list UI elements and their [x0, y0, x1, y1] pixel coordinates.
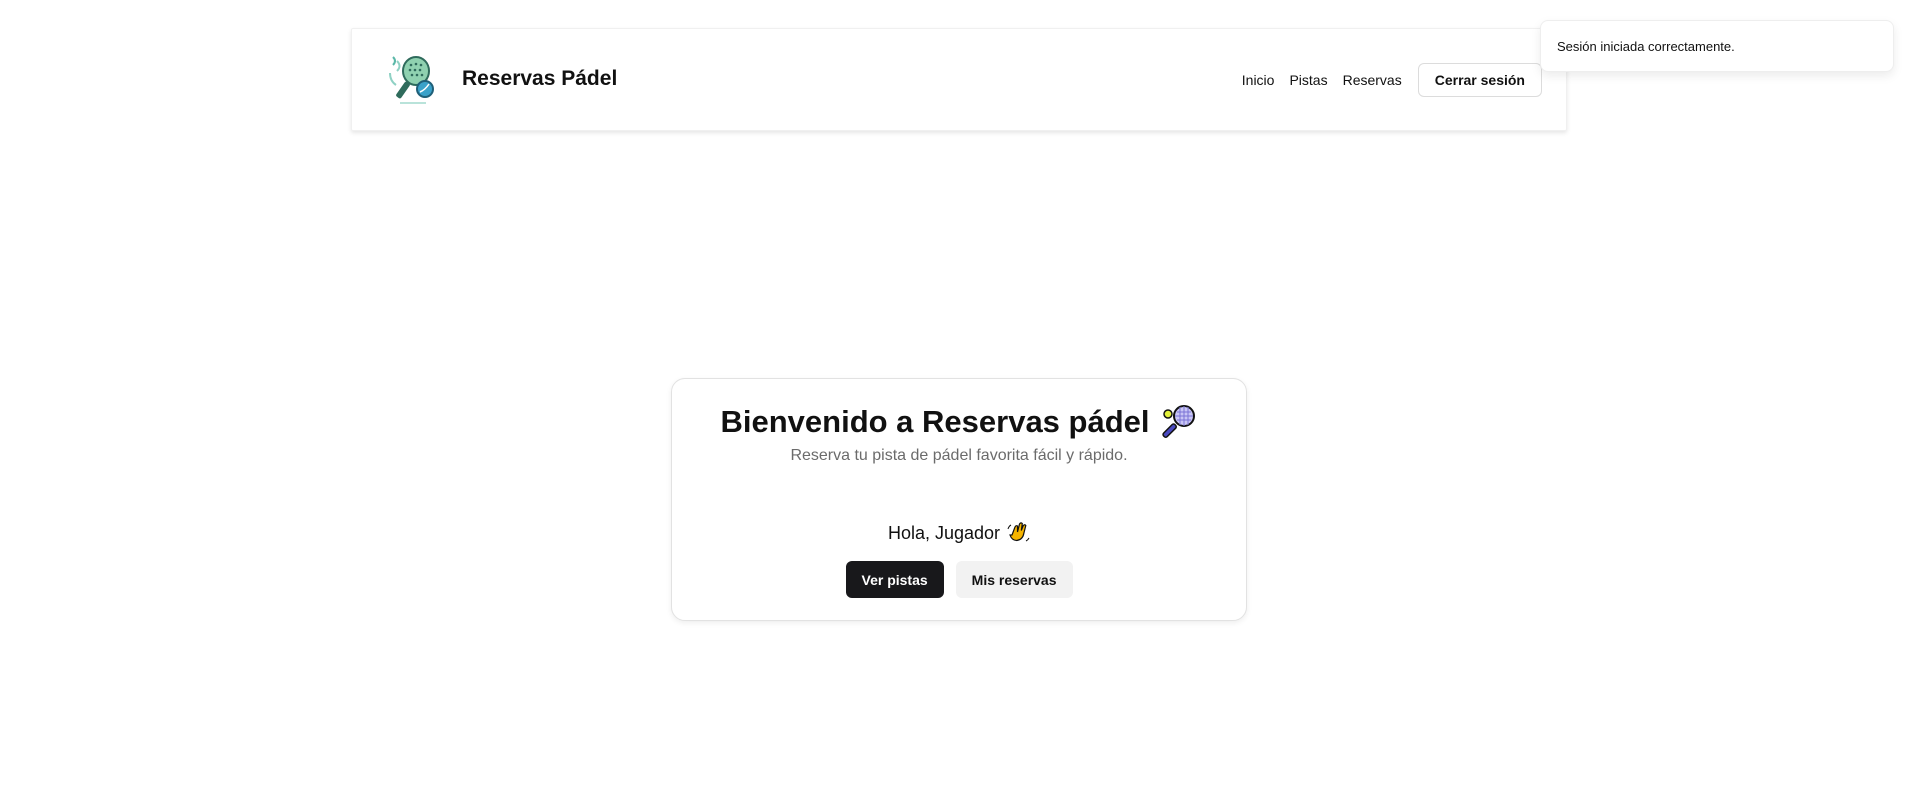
nav-link-pistas[interactable]: Pistas — [1289, 72, 1327, 88]
welcome-subtitle: Reserva tu pista de pádel favorita fácil… — [790, 447, 1128, 464]
brand[interactable]: Reservas Pádel — [384, 51, 617, 107]
greeting-text: Hola, Jugador — [887, 522, 1001, 543]
login-success-toast[interactable]: Sesión iniciada correctamente. — [1540, 20, 1894, 72]
nav-link-reservas[interactable]: Reservas — [1343, 72, 1402, 88]
welcome-actions: Ver pistas Mis reservas — [672, 561, 1246, 598]
welcome-title-text: Bienvenido a Reservas pádel — [720, 404, 1150, 439]
nav-link-inicio[interactable]: Inicio — [1242, 72, 1275, 88]
my-bookings-button[interactable]: Mis reservas — [955, 561, 1073, 598]
top-navbar: Reservas Pádel Inicio Pistas Reservas Ce… — [351, 28, 1567, 131]
view-courts-button[interactable]: Ver pistas — [845, 561, 944, 598]
logout-button[interactable]: Cerrar sesión — [1417, 63, 1542, 97]
main-nav: Inicio Pistas Reservas Cerrar sesión — [1242, 62, 1542, 98]
welcome-title: Bienvenido a Reservas pádel — [672, 403, 1246, 441]
toast-message: Sesión iniciada correctamente. — [1557, 38, 1735, 54]
greeting: Hola, Jugador — [672, 521, 1246, 545]
app-title: Reservas Pádel — [462, 67, 618, 90]
padel-racket-logo-icon — [389, 56, 434, 104]
welcome-card: Bienvenido a Reservas pádel Reserva tu p… — [671, 378, 1247, 621]
racket-emoji-icon — [1161, 405, 1195, 438]
page: Reservas Pádel Inicio Pistas Reservas Ce… — [0, 0, 1908, 811]
waving-hand-icon — [1007, 522, 1030, 542]
